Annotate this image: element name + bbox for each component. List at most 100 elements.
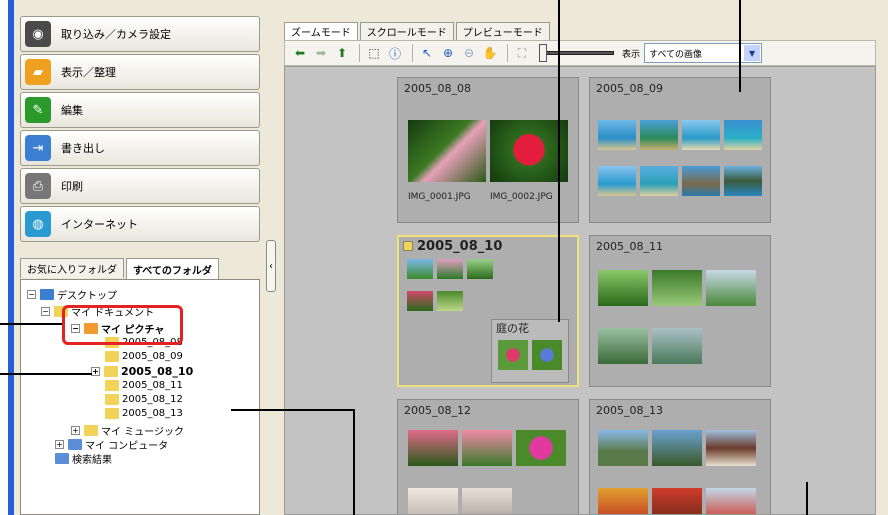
tree-item-folder[interactable]: 2005_08_13 xyxy=(105,408,183,419)
tree-item-search[interactable]: 検索結果 xyxy=(55,451,112,466)
folder-panel[interactable]: 2005_08_12 xyxy=(397,399,579,514)
globe-icon: ◍ xyxy=(25,211,51,237)
expand-icon[interactable]: + xyxy=(55,440,64,449)
tree-label: 2005_08_09 xyxy=(122,351,183,362)
photo-thumbnail[interactable] xyxy=(437,259,463,279)
tab-scroll-mode[interactable]: スクロールモード xyxy=(359,22,454,40)
tree-item-mycomputer[interactable]: + マイ コンピュータ xyxy=(55,437,168,452)
callout-line xyxy=(0,373,92,375)
photo-thumbnail[interactable] xyxy=(598,120,636,150)
hand-icon[interactable]: ✋ xyxy=(481,44,499,62)
folder-panel[interactable]: 2005_08_08 IMG_0001.JPG IMG_0002.JPG xyxy=(397,77,579,223)
collapse-icon[interactable]: − xyxy=(27,290,36,299)
expand-icon[interactable]: + xyxy=(91,367,100,376)
photo-thumbnail[interactable] xyxy=(724,120,762,150)
photo-thumbnail[interactable] xyxy=(532,340,562,370)
photo-thumbnail[interactable] xyxy=(706,488,756,514)
nav-button-edit[interactable]: ✎ 編集 xyxy=(20,92,260,128)
tree-label: 2005_08_12 xyxy=(122,394,183,405)
folder-tabs: お気に入りフォルダ すべてのフォルダ xyxy=(20,258,262,280)
photo-thumbnail[interactable] xyxy=(652,328,702,364)
chevron-down-icon[interactable]: ▼ xyxy=(744,45,761,61)
folder-panel-selected[interactable]: 2005_08_10 庭の花 xyxy=(397,235,579,387)
photo-thumbnail[interactable] xyxy=(437,291,463,311)
tab-favorites[interactable]: お気に入りフォルダ xyxy=(20,258,124,278)
nav-button-internet[interactable]: ◍ インターネット xyxy=(20,206,260,242)
panel-title: 2005_08_13 xyxy=(596,404,663,417)
photo-thumbnail[interactable] xyxy=(408,430,458,466)
nav-label: 取り込み／カメラ設定 xyxy=(61,28,171,41)
fit-icon[interactable]: ⛶ xyxy=(513,44,531,62)
folder-panel[interactable]: 2005_08_11 xyxy=(589,235,771,387)
zoom-in-icon[interactable]: ⊕ xyxy=(439,44,457,62)
photo-thumbnail[interactable] xyxy=(516,430,566,466)
collapse-panel-button[interactable]: ‹ xyxy=(266,240,276,292)
nav-button-import[interactable]: ◉ 取り込み／カメラ設定 xyxy=(20,16,260,52)
callout-line xyxy=(558,0,560,322)
tree-item-mymusic[interactable]: + マイ ミュージック xyxy=(71,423,184,438)
photo-thumbnail[interactable] xyxy=(498,340,528,370)
expand-icon[interactable]: + xyxy=(71,426,80,435)
photo-thumbnail[interactable] xyxy=(682,166,720,196)
tree-item-folder[interactable]: 2005_08_09 xyxy=(105,351,183,362)
photo-thumbnail[interactable] xyxy=(652,430,702,466)
tree-item-desktop[interactable]: − デスクトップ xyxy=(27,287,117,302)
photo-thumbnail[interactable] xyxy=(598,328,648,364)
photo-thumbnail[interactable] xyxy=(682,120,720,150)
back-arrow-icon[interactable]: ⬅ xyxy=(291,44,309,62)
tab-preview-mode[interactable]: プレビューモード xyxy=(455,22,550,40)
up-arrow-icon[interactable]: ⬆ xyxy=(333,44,351,62)
photo-thumbnail[interactable] xyxy=(408,120,486,182)
nav-button-print[interactable]: ⎙ 印刷 xyxy=(20,168,260,204)
main-area: ズームモード スクロールモード プレビューモード ⬅ ➡ ⬆ ⬚ ⓘ ↖ ⊕ ⊖… xyxy=(276,0,888,515)
photo-thumbnail[interactable] xyxy=(598,166,636,196)
photo-thumbnail[interactable] xyxy=(706,430,756,466)
panel-title: 2005_08_10 xyxy=(417,239,503,254)
panel-title: 2005_08_11 xyxy=(596,240,663,253)
tree-label: 2005_08_11 xyxy=(122,380,183,391)
toolbar-divider xyxy=(412,44,413,62)
photo-thumbnail[interactable] xyxy=(706,270,756,306)
photo-thumbnail[interactable] xyxy=(724,166,762,196)
slider-knob[interactable] xyxy=(539,44,547,62)
tree-item-folder-selected[interactable]: + 2005_08_10 xyxy=(91,365,193,378)
file-name: IMG_0001.JPG xyxy=(408,192,471,202)
photo-thumbnail[interactable] xyxy=(462,430,512,466)
tree-label: 検索結果 xyxy=(72,455,112,466)
nav-button-export[interactable]: ⇥ 書き出し xyxy=(20,130,260,166)
photo-thumbnail[interactable] xyxy=(407,259,433,279)
folder-panel[interactable]: 2005_08_09 xyxy=(589,77,771,223)
photo-thumbnail[interactable] xyxy=(640,120,678,150)
tab-zoom-mode[interactable]: ズームモード xyxy=(284,22,358,40)
select-value: すべての画像 xyxy=(649,49,703,60)
pointer-icon[interactable]: ↖ xyxy=(418,44,436,62)
display-filter-select[interactable]: すべての画像 ▼ xyxy=(644,43,763,63)
photo-thumbnail[interactable] xyxy=(408,488,458,514)
tree-label: マイ ミュージック xyxy=(101,427,184,438)
zoom-slider[interactable] xyxy=(539,44,614,62)
subfolder-panel[interactable]: 庭の花 xyxy=(491,319,569,383)
tree-item-folder[interactable]: 2005_08_12 xyxy=(105,394,183,405)
photo-thumbnail[interactable] xyxy=(652,488,702,514)
forward-arrow-icon[interactable]: ➡ xyxy=(312,44,330,62)
photo-thumbnail[interactable] xyxy=(640,166,678,196)
folder-panel[interactable]: 2005_08_13 xyxy=(589,399,771,514)
info-icon[interactable]: ⓘ xyxy=(386,44,404,62)
photo-thumbnail[interactable] xyxy=(462,488,512,514)
nav-button-view[interactable]: ▰ 表示／整理 xyxy=(20,54,260,90)
panel-title: 2005_08_09 xyxy=(596,82,663,95)
panel-title: 2005_08_12 xyxy=(404,404,471,417)
photo-thumbnail[interactable] xyxy=(407,291,433,311)
select-tool-icon[interactable]: ⬚ xyxy=(365,44,383,62)
tree-label: 2005_08_13 xyxy=(122,408,183,419)
collapse-icon[interactable]: − xyxy=(41,307,50,316)
photo-thumbnail[interactable] xyxy=(598,488,648,514)
tab-all-folders[interactable]: すべてのフォルダ xyxy=(126,258,219,280)
zoom-out-icon[interactable]: ⊖ xyxy=(460,44,478,62)
photo-thumbnail[interactable] xyxy=(467,259,493,279)
photo-thumbnail[interactable] xyxy=(490,120,568,182)
photo-thumbnail[interactable] xyxy=(598,430,648,466)
photo-thumbnail[interactable] xyxy=(598,270,648,306)
photo-thumbnail[interactable] xyxy=(652,270,702,306)
tree-item-folder[interactable]: 2005_08_11 xyxy=(105,380,183,391)
